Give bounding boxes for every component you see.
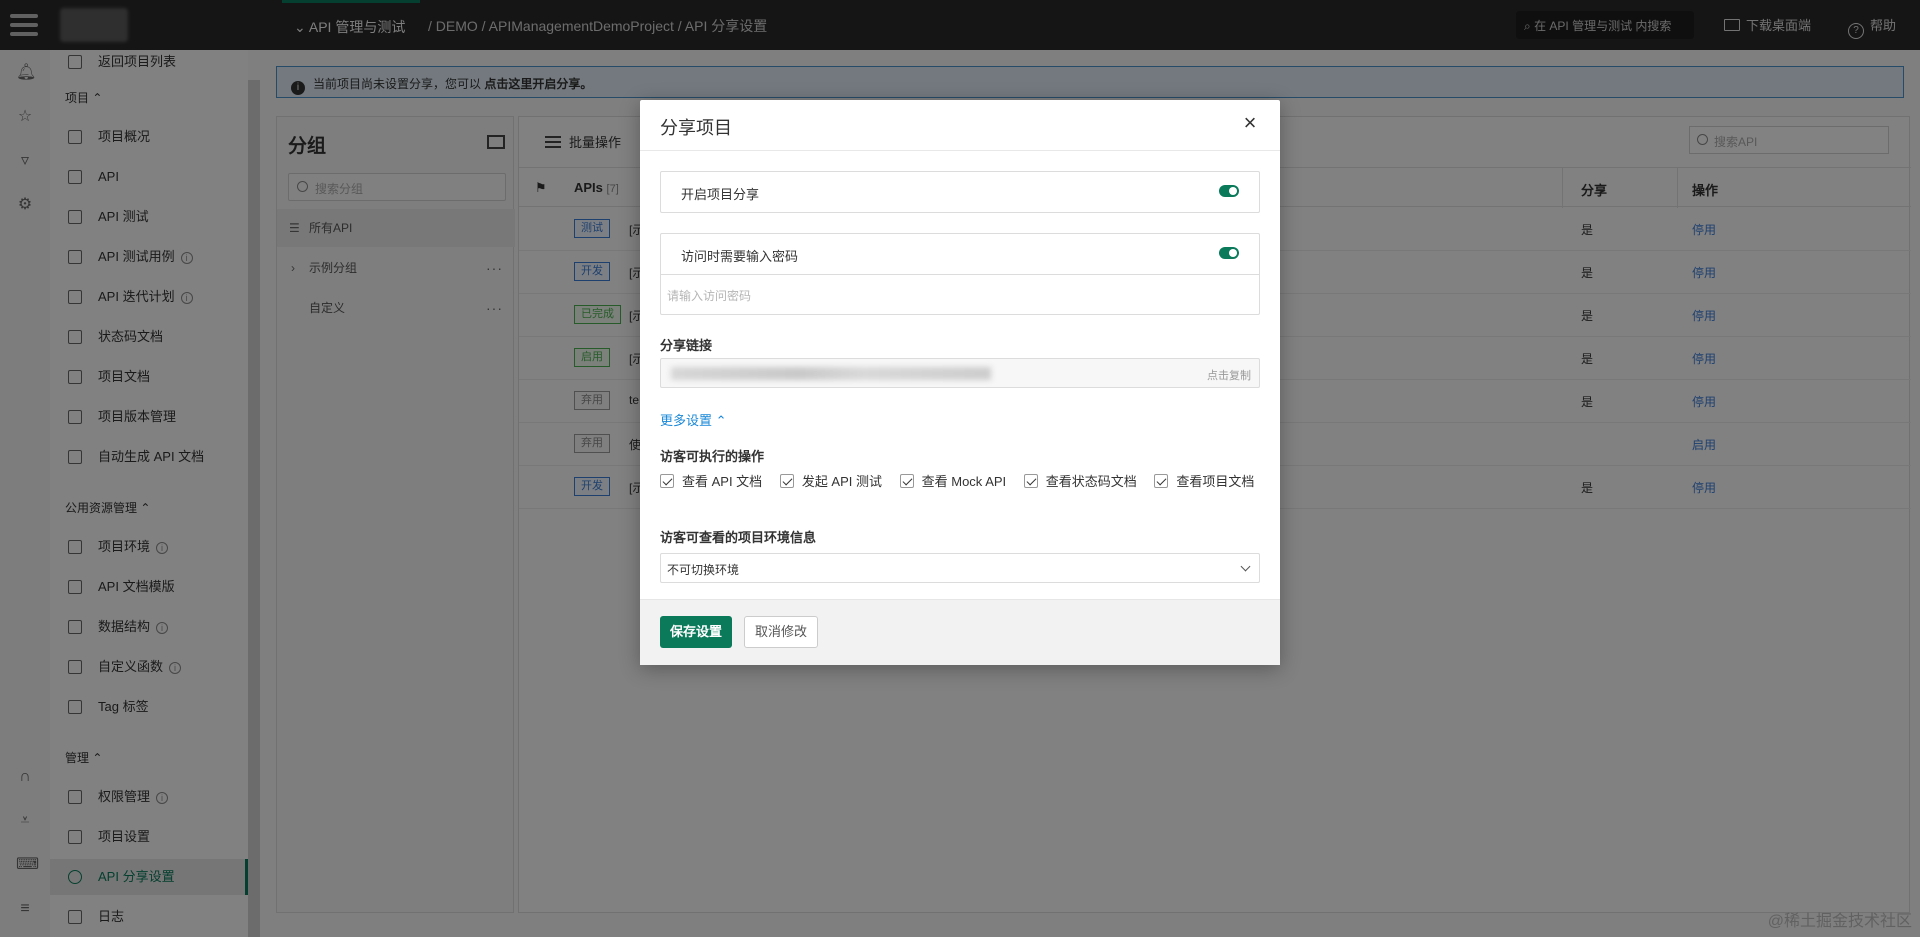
- share-link-field[interactable]: 点击复制: [660, 358, 1260, 388]
- chevron-down-icon: [1240, 561, 1251, 572]
- checkbox-checked-icon[interactable]: [1154, 474, 1169, 488]
- dialog-header: 分享项目 ×: [640, 100, 1280, 151]
- require-password-toggle[interactable]: [1219, 247, 1239, 259]
- checkbox-mock-api[interactable]: 查看 Mock API: [899, 472, 1007, 492]
- enable-share-toggle[interactable]: [1219, 185, 1239, 197]
- dialog-title: 分享项目: [660, 118, 732, 138]
- copy-link-button[interactable]: 点击复制: [1207, 367, 1251, 383]
- require-password-row: 访问时需要输入密码: [661, 234, 1259, 274]
- env-select[interactable]: 不可切换环境: [660, 553, 1260, 583]
- chevron-up-icon: ⌃: [712, 413, 727, 428]
- dialog-footer: 保存设置 取消修改: [640, 599, 1280, 665]
- checkbox-checked-icon[interactable]: [899, 474, 914, 488]
- share-link-label: 分享链接: [660, 338, 713, 353]
- enable-share-row: 开启项目分享: [661, 172, 1259, 212]
- more-settings-label: 更多设置: [660, 413, 713, 428]
- checkbox-label: 查看项目文档: [1176, 474, 1255, 489]
- checkbox-view-api-doc[interactable]: 查看 API 文档: [660, 472, 762, 492]
- checkbox-project-doc[interactable]: 查看项目文档: [1154, 472, 1254, 492]
- visitor-ops-group: 查看 API 文档 发起 API 测试 查看 Mock API 查看状态码文档 …: [660, 472, 1260, 492]
- checkbox-label: 查看状态码文档: [1045, 474, 1137, 489]
- checkbox-api-test[interactable]: 发起 API 测试: [779, 472, 882, 492]
- require-password-label: 访问时需要输入密码: [681, 249, 799, 264]
- env-select-value: 不可切换环境: [667, 563, 740, 577]
- password-input[interactable]: 请输入访问密码: [661, 274, 1259, 314]
- checkbox-label: 查看 API 文档: [682, 474, 763, 489]
- env-label: 访客可查看的项目环境信息: [660, 530, 817, 545]
- checkbox-checked-icon[interactable]: [660, 474, 674, 488]
- save-settings-button[interactable]: 保存设置: [660, 616, 733, 648]
- checkbox-checked-icon[interactable]: [1023, 474, 1038, 488]
- more-settings-toggle[interactable]: 更多设置 ⌃: [660, 410, 727, 429]
- cancel-button[interactable]: 取消修改: [744, 616, 819, 648]
- checkbox-label: 发起 API 测试: [801, 474, 882, 489]
- checkbox-status-code-doc[interactable]: 查看状态码文档: [1023, 472, 1137, 492]
- enable-share-label: 开启项目分享: [681, 187, 760, 202]
- close-icon[interactable]: ×: [1240, 112, 1260, 134]
- checkbox-checked-icon[interactable]: [779, 474, 794, 488]
- enable-share-box: 开启项目分享: [660, 171, 1260, 213]
- share-link-url: [671, 367, 991, 380]
- checkbox-label: 查看 Mock API: [921, 474, 1007, 489]
- visitor-ops-label: 访客可执行的操作: [660, 449, 765, 464]
- password-box: 访问时需要输入密码 请输入访问密码: [660, 233, 1260, 315]
- share-project-dialog: 分享项目 × 开启项目分享 访问时需要输入密码 请输入访问密码 分享链接 点击复…: [640, 100, 1280, 665]
